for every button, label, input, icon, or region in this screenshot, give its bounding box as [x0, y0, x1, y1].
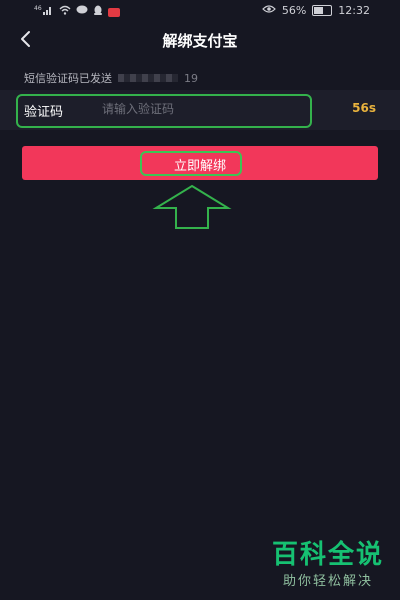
status-right: 56% 12:32	[261, 4, 370, 17]
resend-countdown[interactable]: 56s	[352, 101, 376, 115]
verification-code-label: 验证码	[24, 105, 64, 120]
status-bar: 46 56% 12:32	[0, 0, 400, 24]
phone-suffix: 19	[184, 71, 198, 85]
qq-icon	[93, 5, 103, 20]
eye-comfort-icon	[261, 4, 276, 17]
verification-code-input[interactable]	[102, 100, 292, 118]
sms-prefix: 短信验证码已发送	[24, 72, 112, 85]
app-notification-icon	[108, 7, 120, 17]
up-arrow-icon	[152, 184, 232, 229]
status-time: 12:32	[338, 4, 370, 17]
watermark-title: 百科全说	[271, 540, 384, 570]
sms-sent-notice: 短信验证码已发送 19	[24, 70, 198, 86]
nav-bar: 解绑支付宝	[0, 24, 400, 56]
battery-icon	[312, 5, 333, 16]
watermark-logo: 百科全说 助你轻松解决	[262, 530, 394, 594]
watermark-subtitle: 助你轻松解决	[282, 574, 373, 589]
status-left: 46	[34, 4, 120, 20]
masked-phone-number	[118, 74, 178, 82]
chat-icon	[76, 5, 88, 19]
signal-icon: 46	[34, 4, 54, 20]
annotation-button-highlight	[140, 151, 242, 176]
wifi-icon	[59, 5, 71, 19]
page-title: 解绑支付宝	[162, 32, 238, 50]
battery-percent: 56%	[281, 4, 307, 17]
signal-text: 46	[34, 5, 42, 12]
